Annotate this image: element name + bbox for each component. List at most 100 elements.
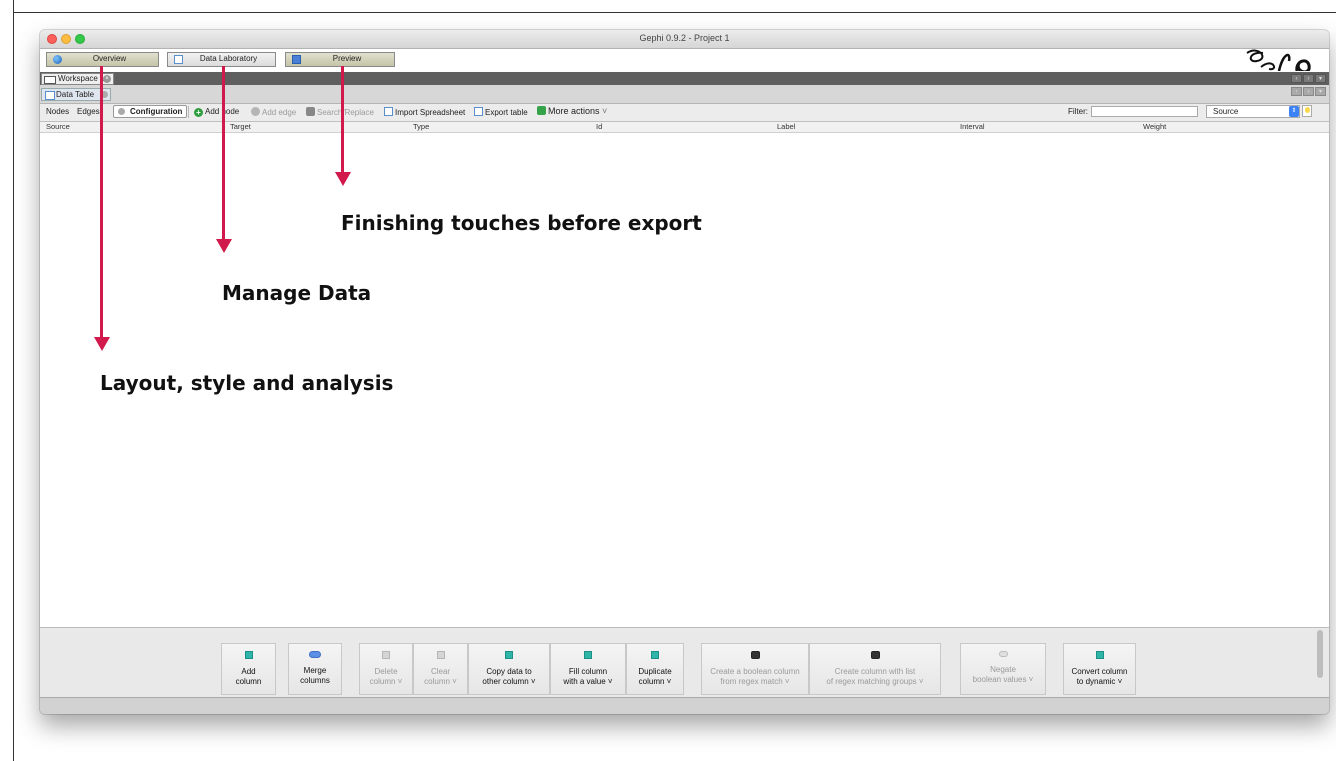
boolean-regex-sublabel: from regex match ˅	[720, 676, 790, 686]
monitor-icon	[292, 55, 301, 64]
dropdown-icon[interactable]: ▾	[1315, 74, 1326, 83]
tab-preview[interactable]: Preview	[285, 52, 395, 67]
add-column-button[interactable]: Add column	[221, 643, 276, 695]
copy-data-button[interactable]: Copy data to other column ˅	[468, 643, 550, 695]
gephi-logo	[1246, 49, 1311, 71]
duplicate-column-icon	[651, 651, 659, 659]
negate-boolean-button[interactable]: Negate boolean values ˅	[960, 643, 1046, 695]
add-edge-button[interactable]: Add edge	[251, 107, 296, 117]
binoculars-icon	[306, 107, 315, 116]
add-column-label: Add	[241, 667, 256, 676]
scroll-left-icon[interactable]: ‹	[1291, 87, 1302, 96]
export-table-label: Export table	[485, 108, 528, 117]
filter-column-value: Source	[1213, 107, 1239, 116]
table-icon	[45, 91, 55, 100]
data-table-toolbar: Nodes Edges Configuration + Add node Add …	[40, 104, 1329, 122]
column-header-id[interactable]: Id	[596, 122, 602, 131]
column-header-interval[interactable]: Interval	[960, 122, 985, 131]
duplicate-column-button[interactable]: Duplicate column ˅	[626, 643, 684, 695]
lightbulb-icon[interactable]	[1302, 105, 1312, 117]
fill-column-label: Fill column	[568, 667, 608, 676]
page-border-left	[13, 0, 14, 761]
workspace-tab-label: Workspace 1	[58, 74, 105, 83]
table-grid-icon	[174, 55, 183, 64]
filter-label: Filter:	[1068, 107, 1088, 116]
configuration-button[interactable]: Configuration	[113, 105, 188, 118]
data-table-bar: Data Table ‹ › ▾	[40, 85, 1329, 104]
regex-groups-label: Create column with list	[834, 667, 916, 676]
clear-column-button[interactable]: Clear column ˅	[413, 643, 468, 695]
negate-label: Negate	[990, 665, 1016, 674]
copy-data-sublabel: other column ˅	[482, 676, 536, 686]
binoculars-icon	[750, 651, 760, 659]
overview-arrow-head	[94, 337, 110, 351]
fill-column-button[interactable]: Fill column with a value ˅	[550, 643, 626, 695]
import-spreadsheet-button[interactable]: Import Spreadsheet	[384, 107, 465, 117]
more-actions-menu[interactable]: More actions ˅	[537, 106, 607, 116]
import-spreadsheet-label: Import Spreadsheet	[395, 108, 466, 117]
workspace-tab[interactable]: Workspace 1 ×	[41, 73, 114, 85]
fill-column-icon	[584, 651, 592, 659]
workspace-nav-buttons: ‹ › ▾	[1291, 74, 1326, 83]
page-border-top	[13, 12, 1336, 13]
annotation-overview: Layout, style and analysis	[100, 371, 394, 395]
add-column-icon	[244, 651, 253, 659]
data-lab-arrow-head	[216, 239, 232, 253]
search-replace-button[interactable]: Search/Replace	[306, 107, 374, 117]
scroll-right-icon[interactable]: ›	[1303, 74, 1314, 83]
close-workspace-icon[interactable]: ×	[103, 75, 111, 83]
duplicate-column-sublabel: column ˅	[638, 676, 672, 686]
add-node-button[interactable]: + Add node	[194, 107, 239, 117]
tab-data-laboratory[interactable]: Data Laboratory	[167, 52, 276, 67]
boolean-regex-label: Create a boolean column	[710, 667, 800, 676]
more-actions-label: More actions	[548, 106, 600, 116]
add-column-sublabel: column	[235, 676, 262, 686]
gear-icon	[118, 108, 125, 115]
column-header-source[interactable]: Source	[46, 122, 70, 131]
annotation-data-laboratory: Manage Data	[222, 281, 372, 305]
add-node-icon: +	[194, 108, 203, 117]
merge-columns-icon	[309, 651, 321, 658]
add-edge-label: Add edge	[262, 108, 297, 117]
document-icon	[44, 76, 56, 84]
regex-groups-sublabel: of regex matching groups ˅	[826, 676, 924, 686]
edges-toggle[interactable]: Edges	[77, 107, 100, 116]
filter-input[interactable]	[1091, 106, 1198, 117]
nodes-toggle[interactable]: Nodes	[46, 107, 69, 116]
column-header-type[interactable]: Type	[413, 122, 429, 131]
tab-overview[interactable]: Overview	[46, 52, 159, 67]
scroll-left-icon[interactable]: ‹	[1291, 74, 1302, 83]
merge-columns-sublabel: columns	[300, 675, 330, 685]
boolean-regex-column-button[interactable]: Create a boolean column from regex match…	[701, 643, 809, 695]
copy-data-icon	[505, 651, 513, 659]
title-bar: Gephi 0.9.2 - Project 1	[40, 30, 1329, 49]
regex-groups-column-button[interactable]: Create column with list of regex matchin…	[809, 643, 941, 695]
column-header-label[interactable]: Label	[777, 122, 795, 131]
convert-dynamic-button[interactable]: Convert column to dynamic ˅	[1063, 643, 1136, 695]
search-replace-label: Search/Replace	[317, 108, 374, 117]
window-title: Gephi 0.9.2 - Project 1	[639, 33, 730, 43]
puzzle-icon	[537, 106, 546, 115]
column-actions-panel: Add column Merge columns Delete column ˅…	[40, 627, 1329, 698]
dropdown-icon[interactable]: ▾	[1315, 87, 1326, 96]
preview-arrow-head	[335, 172, 351, 186]
delete-column-button[interactable]: Delete column ˅	[359, 643, 413, 695]
column-header-target[interactable]: Target	[230, 122, 251, 131]
convert-dynamic-sublabel: to dynamic ˅	[1076, 676, 1123, 686]
column-header-weight[interactable]: Weight	[1143, 122, 1166, 131]
merge-columns-button[interactable]: Merge columns	[288, 643, 342, 695]
filter-column-select[interactable]: Source ⇕	[1206, 105, 1300, 118]
export-table-button[interactable]: Export table	[474, 107, 528, 117]
convert-dynamic-label: Convert column	[1071, 667, 1128, 676]
overview-arrow-line	[100, 66, 103, 338]
panel-scrollbar[interactable]	[1317, 630, 1323, 678]
binoculars-icon	[870, 651, 880, 659]
delete-column-label: Delete	[374, 667, 398, 676]
globe-icon	[53, 55, 62, 64]
chevron-down-icon: ˅	[602, 106, 608, 116]
data-table-nav-buttons: ‹ › ▾	[1291, 87, 1326, 96]
clear-column-sublabel: column ˅	[424, 676, 457, 686]
scroll-right-icon[interactable]: ›	[1303, 87, 1314, 96]
table-header: Source Target Type Id Label Interval Wei…	[40, 122, 1329, 133]
fill-column-sublabel: with a value ˅	[563, 676, 613, 686]
